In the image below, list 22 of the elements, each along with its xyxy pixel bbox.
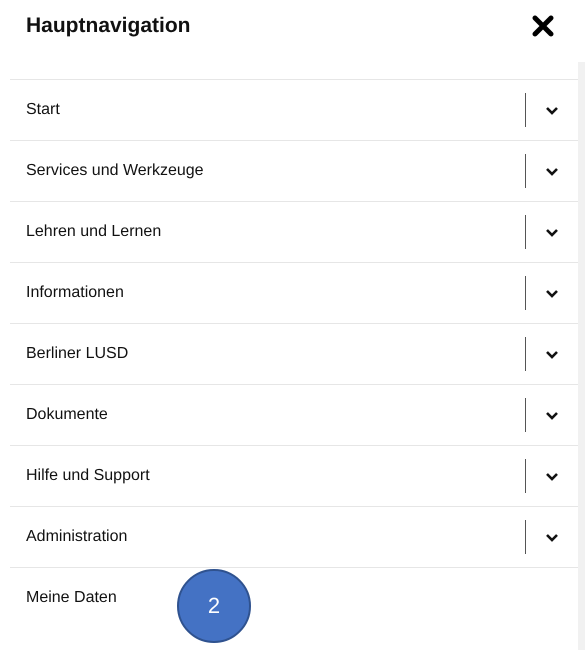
callout-badge: 2 <box>177 569 251 643</box>
menu-item[interactable]: Meine Daten <box>26 589 117 607</box>
scrollbar[interactable] <box>578 62 585 650</box>
menu-item[interactable]: Informationen <box>26 284 124 302</box>
close-icon <box>531 14 555 38</box>
chevron-down-icon <box>545 350 559 358</box>
menu-item[interactable]: Berliner LUSD <box>26 345 128 363</box>
chevron-down-icon <box>545 288 559 298</box>
menu-item[interactable]: Administration <box>26 528 128 546</box>
chevron-down-icon <box>545 472 559 480</box>
chevron-down-icon <box>545 166 559 176</box>
menu-item[interactable]: Dokumente <box>26 406 108 424</box>
menu-item[interactable]: Services und Werkzeuge <box>26 162 204 180</box>
menu-item[interactable]: Start <box>26 101 60 119</box>
menu-item[interactable]: Hilfe und Support <box>26 467 150 485</box>
chevron-down-icon <box>545 410 559 420</box>
menu-item[interactable]: Lehren und Lernen <box>26 223 162 241</box>
close-button[interactable] <box>531 14 555 38</box>
menu-title: Hauptnavigation <box>26 14 191 38</box>
chevron-down-icon <box>545 532 559 542</box>
chevron-down-icon <box>545 106 559 114</box>
chevron-down-icon <box>545 228 559 236</box>
